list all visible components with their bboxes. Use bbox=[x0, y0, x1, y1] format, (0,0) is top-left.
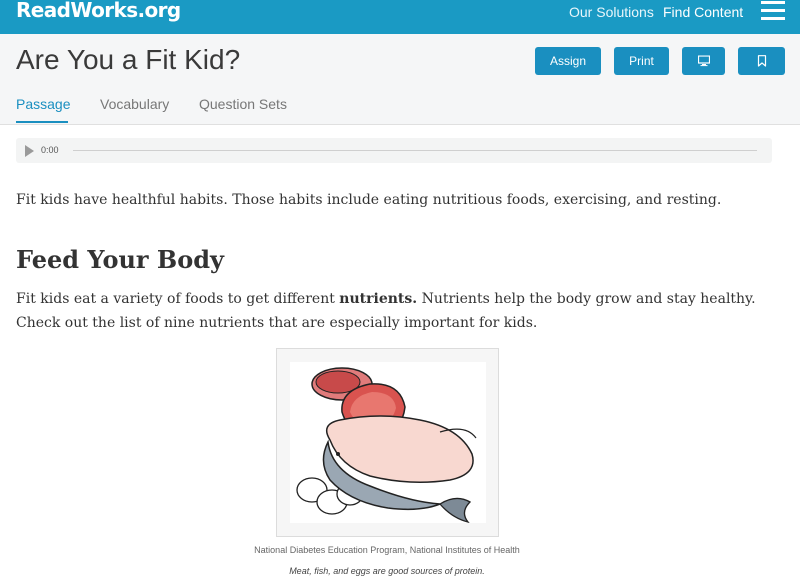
tab-passage[interactable]: Passage bbox=[16, 96, 70, 112]
figure-credit: National Diabetes Education Program, Nat… bbox=[254, 545, 520, 555]
passage-header: Are You a Fit Kid? Assign Print Passage … bbox=[0, 34, 800, 125]
nav-find-content[interactable]: Find Content bbox=[663, 4, 743, 20]
protein-foods-illustration bbox=[290, 362, 486, 524]
assign-button[interactable]: Assign bbox=[535, 47, 601, 75]
audio-time: 0:00 bbox=[41, 145, 59, 155]
print-button[interactable]: Print bbox=[614, 47, 669, 75]
audio-player: 0:00 bbox=[16, 138, 772, 163]
top-nav-bar: ReadWorks.org Our Solutions Find Content bbox=[0, 0, 800, 34]
bookmark-button[interactable] bbox=[738, 47, 785, 75]
monitor-icon bbox=[697, 55, 710, 67]
section-heading: Feed Your Body bbox=[16, 245, 224, 274]
passage-intro: Fit kids have healthful habits. Those ha… bbox=[16, 192, 722, 208]
page-title: Are You a Fit Kid? bbox=[16, 44, 241, 75]
tab-question-sets[interactable]: Question Sets bbox=[199, 96, 287, 112]
tab-vocabulary[interactable]: Vocabulary bbox=[100, 96, 169, 112]
present-button[interactable] bbox=[682, 47, 725, 75]
readworks-logo[interactable]: ReadWorks.org bbox=[16, 0, 181, 22]
passage-paragraph: Fit kids eat a variety of foods to get d… bbox=[16, 287, 786, 335]
hamburger-icon[interactable] bbox=[761, 0, 785, 20]
play-icon[interactable] bbox=[25, 145, 34, 157]
figure-caption: Meat, fish, and eggs are good sources of… bbox=[289, 566, 485, 576]
vocab-word-nutrients[interactable]: nutrients. bbox=[339, 291, 417, 307]
nav-our-solutions[interactable]: Our Solutions bbox=[569, 4, 654, 20]
audio-progress-track[interactable] bbox=[73, 150, 757, 151]
active-tab-indicator bbox=[16, 121, 68, 123]
bookmark-icon bbox=[757, 55, 766, 67]
passage-figure bbox=[276, 348, 499, 537]
paragraph-text-start: Fit kids eat a variety of foods to get d… bbox=[16, 291, 340, 307]
